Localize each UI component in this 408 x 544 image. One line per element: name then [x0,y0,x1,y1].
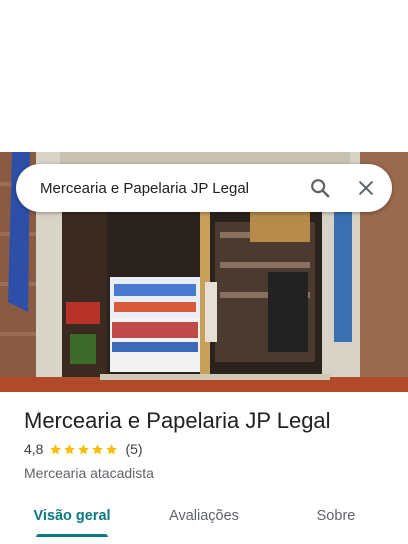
place-info: Mercearia e Papelaria JP Legal 4,8 (5) M… [24,404,394,482]
place-title: Mercearia e Papelaria JP Legal [24,408,331,433]
rating-row[interactable]: 4,8 (5) [24,438,394,460]
search-button[interactable] [300,168,340,208]
map-blank-area [0,0,408,152]
place-category[interactable]: Mercearia atacadista [24,464,394,482]
tab-overview[interactable]: Visão geral [24,496,120,536]
star-icon [106,443,118,454]
search-icon [311,179,330,198]
star-icon [50,443,62,454]
star-icon [92,443,104,454]
star-rating [49,443,119,456]
search-bar[interactable]: Mercearia e Papelaria JP Legal [16,164,392,212]
tab-about[interactable]: Sobre [296,496,376,536]
rating-value: 4,8 [24,441,44,457]
active-tab-indicator [36,534,108,537]
close-icon [359,181,373,195]
star-icon [78,443,90,454]
close-button[interactable] [346,168,386,208]
search-input[interactable]: Mercearia e Papelaria JP Legal [40,180,300,197]
tab-reviews[interactable]: Avaliações [152,496,256,536]
place-tabs: Visão geral Avaliações Sobre [0,496,408,544]
star-icon [64,443,76,454]
review-count: (5) [125,441,143,457]
